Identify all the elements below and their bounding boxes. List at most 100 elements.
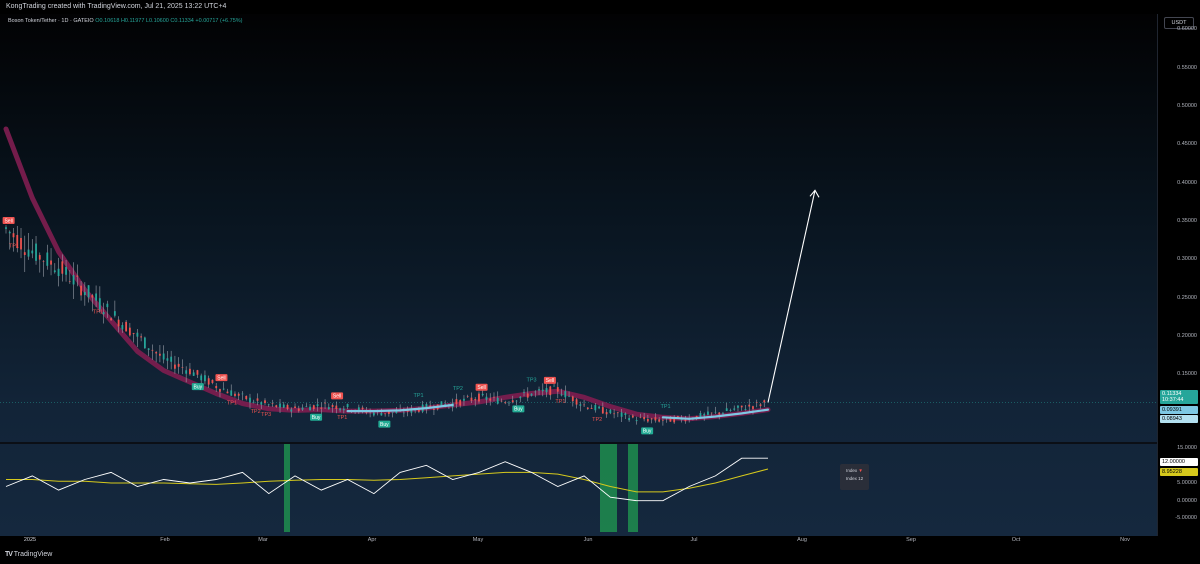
candle-body bbox=[545, 388, 548, 393]
candle-body bbox=[598, 406, 600, 409]
candle-body bbox=[249, 397, 251, 403]
candle-body bbox=[714, 411, 717, 413]
candle-body bbox=[722, 412, 724, 414]
tooltip-arrow-icon: ▼ bbox=[858, 468, 863, 473]
price-axis[interactable]: USDT 0.60000 0.55000 0.50000 0.45000 0.40000… bbox=[1157, 14, 1200, 536]
candle-body bbox=[523, 391, 525, 393]
candle-body bbox=[324, 402, 326, 404]
oscillator-tick: 0.00000 bbox=[1177, 497, 1197, 504]
pane-separator[interactable] bbox=[0, 442, 1157, 444]
tradingview-logo[interactable]: TV TradingView bbox=[5, 551, 52, 558]
candle-body bbox=[342, 408, 345, 411]
price-tick: 0.45000 bbox=[1177, 141, 1197, 148]
candle-body bbox=[511, 400, 514, 403]
candle-body bbox=[560, 394, 563, 396]
candle-body bbox=[264, 400, 266, 404]
candle-body bbox=[624, 413, 627, 416]
price-tick: 0.60000 bbox=[1177, 26, 1197, 33]
price-tick: 0.15000 bbox=[1177, 371, 1197, 378]
candle-body bbox=[91, 295, 94, 298]
candle-body bbox=[125, 321, 128, 332]
candle-body bbox=[526, 393, 529, 398]
signal-sell-label: Sell bbox=[333, 394, 341, 400]
candle-body bbox=[605, 412, 608, 415]
candle-body bbox=[128, 327, 131, 336]
candle-body bbox=[286, 404, 289, 409]
candle-body bbox=[478, 393, 480, 402]
top-caption: KongTrading created with TradingView.com… bbox=[0, 0, 1200, 14]
candle-body bbox=[759, 404, 762, 407]
time-tick: Mar bbox=[258, 537, 268, 543]
candle-body bbox=[12, 233, 15, 238]
candle-body bbox=[684, 419, 687, 422]
oscillator-tick: -5.00000 bbox=[1175, 515, 1197, 522]
candle-body bbox=[631, 415, 634, 418]
candle-body bbox=[538, 389, 540, 391]
candle-body bbox=[755, 402, 758, 403]
signal-tp-label: TP1 bbox=[227, 401, 237, 407]
signal-tp-label: TP1 bbox=[555, 399, 565, 405]
price-tick: 0.35000 bbox=[1177, 218, 1197, 224]
candle-body bbox=[35, 243, 37, 261]
candle-body bbox=[744, 409, 747, 410]
candle-body bbox=[327, 407, 330, 410]
oscillator-tick: 5.00000 bbox=[1177, 480, 1197, 486]
candle-body bbox=[504, 402, 507, 404]
candle-body bbox=[23, 252, 26, 255]
candle-body bbox=[98, 298, 101, 310]
candle-body bbox=[72, 275, 75, 285]
candle-body bbox=[320, 407, 323, 409]
candle-body bbox=[196, 370, 199, 375]
candle-body bbox=[151, 349, 154, 351]
signal-tp-label: TP1 bbox=[93, 310, 103, 316]
candle-body bbox=[613, 413, 615, 415]
candle-body bbox=[737, 405, 739, 408]
candle-body bbox=[707, 411, 709, 415]
candle-body bbox=[489, 398, 492, 401]
candle-body bbox=[335, 405, 338, 409]
highlight-bar-1 bbox=[284, 444, 290, 532]
price-tick: 0.20000 bbox=[1177, 333, 1197, 339]
highlight-bar-3 bbox=[628, 444, 638, 532]
candle-body bbox=[271, 403, 274, 404]
candle-body bbox=[53, 270, 56, 273]
signal-tp-label: TP2 bbox=[453, 386, 463, 392]
candle-body bbox=[219, 389, 221, 392]
candle-body bbox=[575, 399, 578, 405]
candle-body bbox=[470, 397, 473, 401]
chart-area[interactable]: Boson Token/Tether · 1D · GATEIO O0.1061… bbox=[0, 14, 1157, 536]
candle-body bbox=[346, 404, 349, 408]
candle-body bbox=[530, 393, 533, 396]
candle-body bbox=[95, 293, 97, 301]
tooltip-body: Index 12 bbox=[845, 476, 864, 481]
candle-body bbox=[241, 393, 244, 395]
candle-body bbox=[312, 405, 315, 410]
candle-body bbox=[459, 400, 462, 406]
candle-body bbox=[275, 405, 278, 407]
price-chart[interactable]: SellTP1TP1BuySellTP1TP2TP3 BuySellTP1BuyT… bbox=[0, 14, 1157, 536]
candle-body bbox=[117, 319, 120, 327]
bar-countdown: 10:37:44 bbox=[1162, 397, 1184, 403]
candle-body bbox=[38, 255, 41, 260]
footer: TV TradingView bbox=[0, 546, 1200, 564]
candle-body bbox=[519, 396, 522, 399]
candle-body bbox=[481, 393, 484, 396]
candle-body bbox=[294, 406, 296, 409]
candle-body bbox=[590, 407, 593, 409]
candle-body bbox=[166, 358, 169, 361]
candle-body bbox=[639, 417, 642, 418]
candle-body bbox=[222, 388, 225, 390]
index-tooltip: Index ▼ Index 12 bbox=[840, 464, 869, 490]
time-axis[interactable]: 2025 Feb Mar Apr May Jun Jul Aug Sep Oct Nov bbox=[0, 536, 1157, 546]
candle-body bbox=[658, 419, 661, 422]
candle-body bbox=[733, 408, 736, 410]
candle-body bbox=[331, 405, 334, 407]
signal-tp-label: TP1 bbox=[9, 244, 19, 250]
candle-body bbox=[361, 407, 364, 410]
candle-body bbox=[192, 372, 195, 376]
candle-body bbox=[496, 397, 499, 404]
signal-tp-label: TP3 bbox=[526, 378, 536, 384]
candle-body bbox=[61, 261, 64, 274]
candle-body bbox=[628, 418, 631, 421]
price-tick: 0.40000 bbox=[1177, 179, 1197, 186]
